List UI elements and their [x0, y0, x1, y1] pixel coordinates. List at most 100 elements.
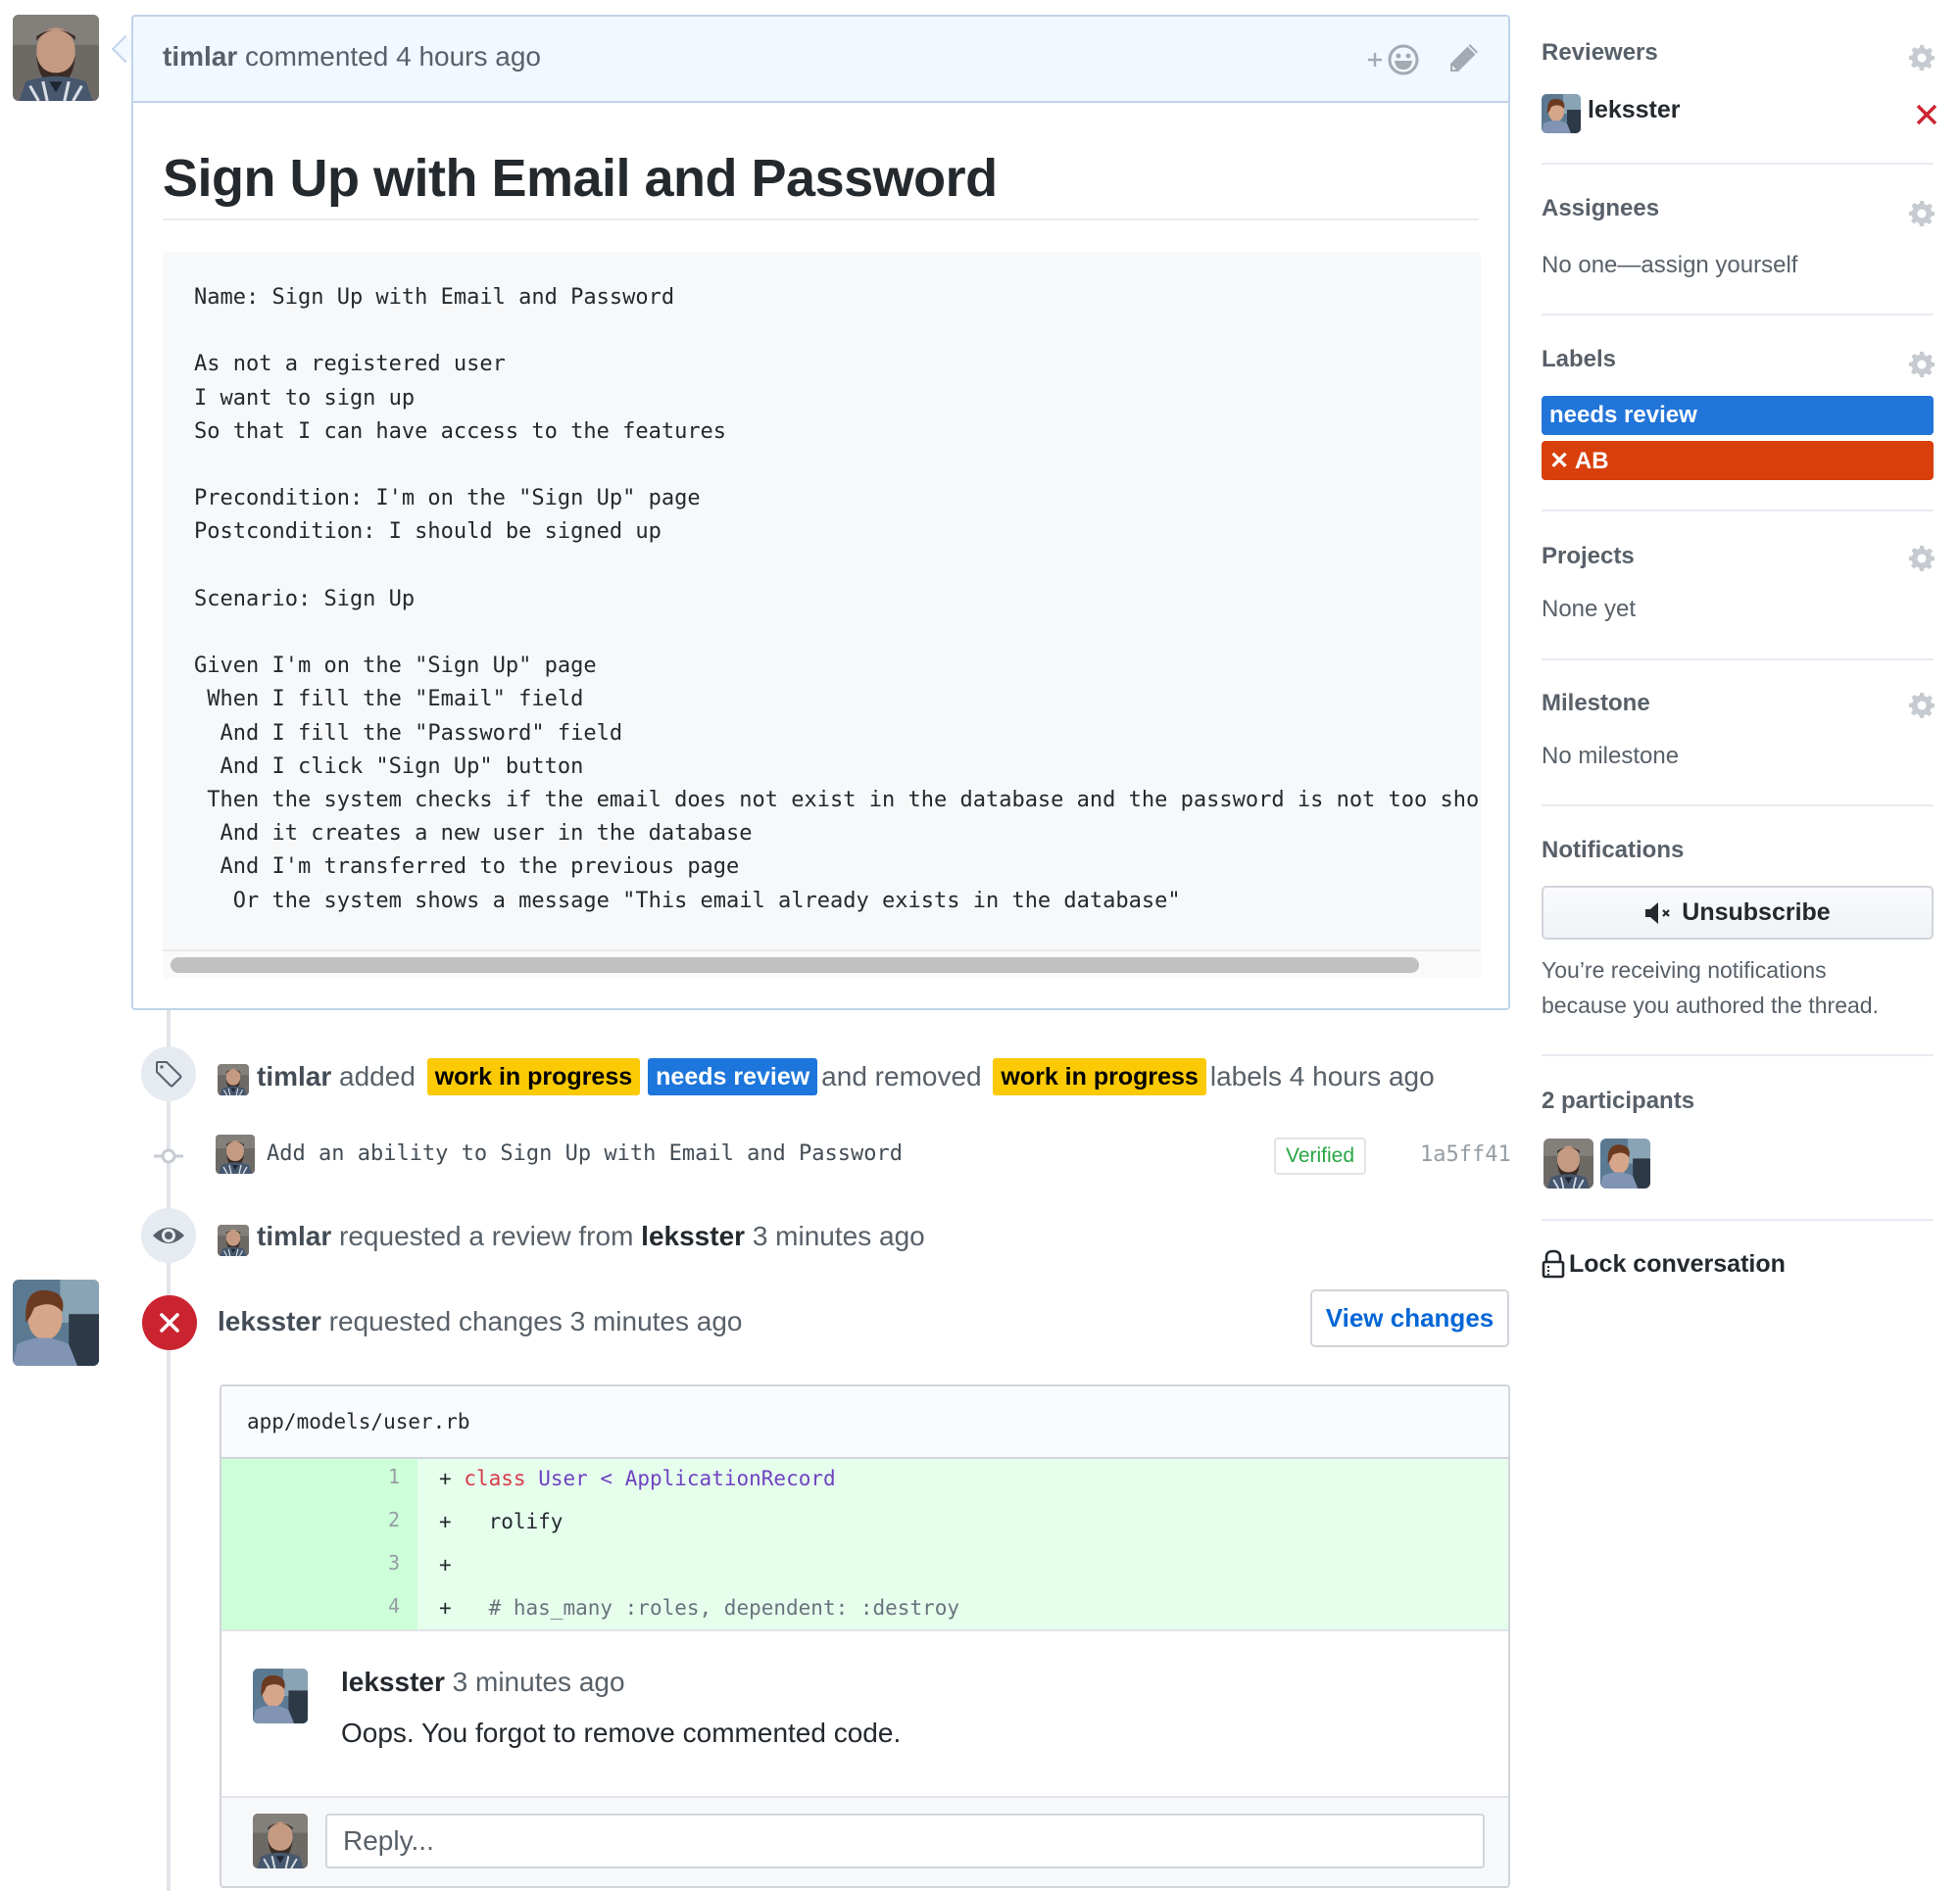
milestone-gear-button[interactable] [1908, 692, 1936, 719]
line-number[interactable]: 1 [221, 1465, 400, 1488]
event-author[interactable]: timlar [257, 1221, 331, 1252]
comment-author[interactable]: timlar [163, 41, 237, 72]
diff-sign: + [439, 1510, 452, 1533]
diff-line[interactable]: 1 + class User < ApplicationRecord [221, 1459, 1508, 1502]
line-number[interactable]: 4 [221, 1594, 400, 1618]
eye-icon [153, 1228, 184, 1243]
commit-icon [154, 1144, 183, 1168]
reply-area [221, 1796, 1508, 1886]
added-labels: work in progress needs review [423, 1058, 821, 1095]
code-line: Or the system shows a message "This emai… [194, 888, 1181, 913]
reviewers-heading[interactable]: Reviewers [1542, 39, 1658, 67]
lock-icon [1542, 1249, 1565, 1279]
projects-heading[interactable]: Projects [1542, 543, 1635, 570]
file-header: app/models/user.rb [221, 1386, 1508, 1459]
diff-code: + class User < ApplicationRecord [439, 1467, 836, 1490]
event-author[interactable]: timlar [257, 1061, 331, 1092]
diff-line[interactable]: 2 + rolify [221, 1502, 1508, 1545]
reviewer-name[interactable]: leksster [1588, 96, 1681, 124]
code-token: class [464, 1467, 526, 1490]
event-avatar[interactable] [218, 1225, 249, 1256]
comment-time[interactable]: 4 hours ago [396, 41, 541, 72]
assignees-heading[interactable]: Assignees [1542, 195, 1659, 222]
scrollbar-thumb[interactable] [171, 957, 1419, 973]
label-chip[interactable]: needs review [648, 1058, 818, 1095]
sidebar-divider [1542, 804, 1934, 806]
x-icon [1916, 104, 1937, 125]
horizontal-scrollbar[interactable] [163, 949, 1481, 979]
assign-yourself-link[interactable]: No one—assign yourself [1542, 252, 1797, 279]
gear-icon [1908, 545, 1936, 572]
code-token: ApplicationRecord [624, 1467, 836, 1490]
code-line: As not a registered user [194, 352, 506, 377]
projects-gear-button[interactable] [1908, 545, 1936, 572]
comment-avatar[interactable] [253, 1669, 308, 1723]
sidebar-divider [1542, 314, 1934, 315]
review-thread: app/models/user.rb 1 + class User < Appli… [220, 1384, 1510, 1888]
line-number[interactable]: 3 [221, 1551, 400, 1575]
participants-heading: 2 participants [1542, 1088, 1695, 1114]
diff-line[interactable]: 4 + # has_many :roles, dependent: :destro… [221, 1588, 1508, 1631]
review-comment-time[interactable]: 3 minutes ago [453, 1667, 625, 1697]
changes-requested-status [1916, 104, 1937, 125]
commit-sha[interactable]: 1a5ff41 [1420, 1142, 1511, 1167]
comment-action: commented [245, 41, 389, 72]
code-line: Name: Sign Up with Email and Password [194, 285, 675, 310]
label-event-badge [141, 1046, 196, 1101]
reply-input[interactable] [325, 1814, 1485, 1868]
line-number[interactable]: 2 [221, 1508, 400, 1531]
unsubscribe-button[interactable]: Unsubscribe [1542, 886, 1934, 940]
verified-badge[interactable]: Verified [1274, 1138, 1366, 1175]
review-request-text: timlar requested a review from leksster … [257, 1221, 925, 1252]
review-comment-author[interactable]: leksster [341, 1667, 445, 1697]
assignees-gear-button[interactable] [1908, 200, 1936, 227]
commit-avatar[interactable] [216, 1135, 255, 1174]
lock-conversation-label: Lock conversation [1569, 1249, 1786, 1278]
code-line: Scenario: Sign Up [194, 586, 416, 611]
file-path[interactable]: app/models/user.rb [247, 1410, 470, 1433]
gear-icon [1908, 44, 1936, 72]
label-chip[interactable]: work in progress [426, 1058, 641, 1095]
requested-reviewer[interactable]: leksster [641, 1221, 745, 1252]
comment-title: Sign Up with Email and Password [163, 149, 998, 208]
add-reaction-button[interactable] [1366, 42, 1427, 77]
smiley-icon [1368, 44, 1419, 75]
view-changes-button[interactable]: View changes [1310, 1289, 1509, 1347]
participant-avatar[interactable] [1544, 1139, 1593, 1188]
code-token: # has_many :roles, dependent: :destroy [451, 1596, 960, 1620]
issue-comment: timlar commented 4 hours ago Sign Up wit… [131, 15, 1510, 1010]
labels-heading[interactable]: Labels [1542, 346, 1616, 373]
notification-reason-line1: You’re receiving notifications [1542, 957, 1827, 983]
reviewers-gear-button[interactable] [1908, 44, 1936, 72]
diff-code: + [439, 1553, 452, 1576]
event-action: requested a review from [339, 1221, 634, 1251]
edit-comment-button[interactable] [1446, 40, 1482, 75]
avatar-image [13, 1280, 99, 1366]
reviewer-avatar[interactable] [1542, 94, 1581, 133]
diff-line[interactable]: 3 + [221, 1545, 1508, 1588]
changes-requested-badge [142, 1295, 197, 1350]
diff-sign: + [439, 1596, 452, 1620]
label-chip[interactable]: work in progress [993, 1058, 1206, 1095]
labels-gear-button[interactable] [1908, 351, 1936, 378]
reviewer-avatar[interactable] [13, 1280, 99, 1366]
sidebar-label[interactable]: needs review [1542, 396, 1934, 435]
participant-avatar[interactable] [1600, 1139, 1650, 1188]
event-author[interactable]: leksster [218, 1306, 321, 1337]
lock-conversation-button[interactable]: Lock conversation [1542, 1249, 1786, 1279]
pencil-icon [1450, 44, 1478, 72]
notification-reason-line2: because you authored the thread. [1542, 993, 1879, 1018]
milestone-heading[interactable]: Milestone [1542, 690, 1650, 717]
sidebar-divider [1542, 163, 1934, 165]
avatar-image [216, 1135, 255, 1174]
code-line: When I fill the "Email" field [194, 687, 584, 712]
sidebar-label[interactable]: ✕ AB [1542, 441, 1934, 480]
code-line: And I click "Sign Up" button [194, 753, 584, 779]
event-time[interactable]: 3 minutes ago [753, 1221, 925, 1252]
commit-message[interactable]: Add an ability to Sign Up with Email and… [267, 1141, 903, 1166]
event-avatar[interactable] [218, 1064, 249, 1095]
avatar-image [218, 1225, 249, 1256]
author-avatar[interactable] [13, 15, 99, 101]
code-line: Postcondition: I should be signed up [194, 519, 662, 545]
code-token: rolify [451, 1510, 564, 1533]
